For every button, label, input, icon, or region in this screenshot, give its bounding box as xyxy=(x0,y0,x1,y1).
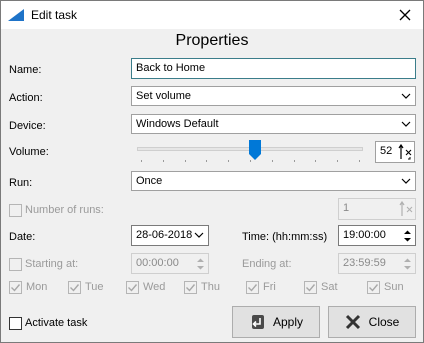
checkmark-icon xyxy=(248,284,258,292)
slider-tick xyxy=(315,160,317,162)
checkmark-icon xyxy=(186,284,196,292)
slider-tick xyxy=(162,160,164,162)
checkmark-icon xyxy=(369,284,379,292)
chevron-down-icon xyxy=(401,121,411,127)
slider-tick xyxy=(250,160,251,162)
edit-task-window: Edit task Properties Name: Back to Home … xyxy=(0,0,424,343)
starting-at-value: 00:00:00 xyxy=(136,257,179,269)
window-title: Edit task xyxy=(31,8,78,22)
number-of-runs-value: 1 xyxy=(343,202,350,214)
slider-tick xyxy=(228,160,230,162)
date-label: Date: xyxy=(9,231,36,243)
number-of-runs-spinner[interactable]: 1 xyxy=(338,198,416,220)
slider-tick xyxy=(359,160,360,162)
volume-label: Volume: xyxy=(9,146,49,158)
starting-at-label: Starting at: xyxy=(25,258,79,270)
up-down-arrows-icon[interactable] xyxy=(402,256,413,272)
starting-at-spinner[interactable]: 00:00:00 xyxy=(131,253,209,274)
run-value: Once xyxy=(136,175,163,187)
checkmark-icon xyxy=(128,284,138,292)
day-checkbox-thu[interactable]: Thu xyxy=(184,281,234,295)
chevron-down-icon xyxy=(401,93,411,99)
slider-tick xyxy=(141,160,142,162)
close-icon xyxy=(345,314,360,330)
volume-slider-thumb[interactable] xyxy=(248,140,261,160)
close-button[interactable]: Close xyxy=(328,306,416,338)
slider-tick xyxy=(337,160,339,162)
device-value: Windows Default xyxy=(136,118,219,130)
chevron-down-icon xyxy=(194,232,204,238)
date-picker[interactable]: 28-06-2018 xyxy=(131,225,209,246)
slider-tick xyxy=(184,160,186,162)
slider-tick xyxy=(206,160,208,162)
ending-at-spinner[interactable]: 23:59:59 xyxy=(338,253,416,274)
activate-task-checkbox[interactable] xyxy=(9,317,22,330)
close-window-button[interactable] xyxy=(387,1,423,29)
volume-spinner[interactable]: 52 xyxy=(375,141,415,163)
up-down-arrows-icon[interactable] xyxy=(402,228,413,244)
up-down-arrows-icon[interactable] xyxy=(195,256,206,272)
checkmark-icon xyxy=(306,284,316,292)
checkbox-box[interactable] xyxy=(367,281,380,294)
chevron-down-icon xyxy=(401,178,411,184)
action-dropdown[interactable]: Set volume xyxy=(131,86,416,106)
volume-ramp-icon xyxy=(8,9,24,21)
device-dropdown[interactable]: Windows Default xyxy=(131,114,416,134)
checkmark-icon xyxy=(11,284,21,292)
day-label: Mon xyxy=(26,281,48,293)
name-value: Back to Home xyxy=(136,62,206,74)
title-bar: Edit task xyxy=(1,1,423,29)
day-checkbox-fri[interactable]: Fri xyxy=(246,281,296,295)
action-value: Set volume xyxy=(136,90,192,102)
checkbox-box[interactable] xyxy=(246,281,259,294)
day-label: Sun xyxy=(384,281,404,293)
time-value: 19:00:00 xyxy=(343,229,386,241)
starting-at-checkbox[interactable] xyxy=(9,258,22,271)
number-of-runs-label: Number of runs: xyxy=(25,204,104,216)
day-checkbox-mon[interactable]: Mon xyxy=(9,281,59,295)
enter-arrow-icon xyxy=(251,315,264,329)
spinner-arrows-icon[interactable] xyxy=(399,201,413,217)
day-checkbox-wed[interactable]: Wed xyxy=(126,281,176,295)
checkmark-icon xyxy=(70,284,80,292)
slider-tick xyxy=(271,160,273,162)
apply-button[interactable]: Apply xyxy=(232,306,320,338)
date-value: 28-06-2018 xyxy=(136,229,193,241)
name-field[interactable]: Back to Home xyxy=(131,58,416,79)
day-label: Fri xyxy=(263,281,276,293)
run-label: Run: xyxy=(9,177,33,189)
properties-heading: Properties xyxy=(175,32,249,49)
device-label: Device: xyxy=(9,120,46,132)
number-of-runs-checkbox[interactable] xyxy=(9,204,22,217)
checkbox-box[interactable] xyxy=(9,281,22,294)
spinner-arrows-icon[interactable] xyxy=(398,144,412,160)
checkbox-box[interactable] xyxy=(184,281,197,294)
close-label: Close xyxy=(368,315,400,329)
day-checkbox-sat[interactable]: Sat xyxy=(304,281,354,295)
day-checkbox-tue[interactable]: Tue xyxy=(68,281,118,295)
ending-at-value: 23:59:59 xyxy=(343,257,386,269)
day-label: Tue xyxy=(85,281,104,293)
time-spinner[interactable]: 19:00:00 xyxy=(338,225,416,246)
checkbox-box[interactable] xyxy=(126,281,139,294)
slider-tick xyxy=(293,160,295,162)
apply-label: Apply xyxy=(272,315,304,329)
run-dropdown[interactable]: Once xyxy=(131,171,416,191)
day-label: Thu xyxy=(201,281,220,293)
activate-task-label: Activate task xyxy=(25,317,88,329)
close-icon xyxy=(399,9,411,21)
time-label: Time: (hh:mm:ss) xyxy=(242,231,328,243)
name-label: Name: xyxy=(9,64,42,76)
checkbox-box[interactable] xyxy=(68,281,81,294)
day-label: Wed xyxy=(143,281,166,293)
day-label: Sat xyxy=(321,281,338,293)
action-label: Action: xyxy=(9,92,43,104)
checkbox-box[interactable] xyxy=(304,281,317,294)
day-checkbox-sun[interactable]: Sun xyxy=(367,281,417,295)
volume-value: 52 xyxy=(380,145,393,157)
ending-at-label: Ending at: xyxy=(242,258,292,270)
